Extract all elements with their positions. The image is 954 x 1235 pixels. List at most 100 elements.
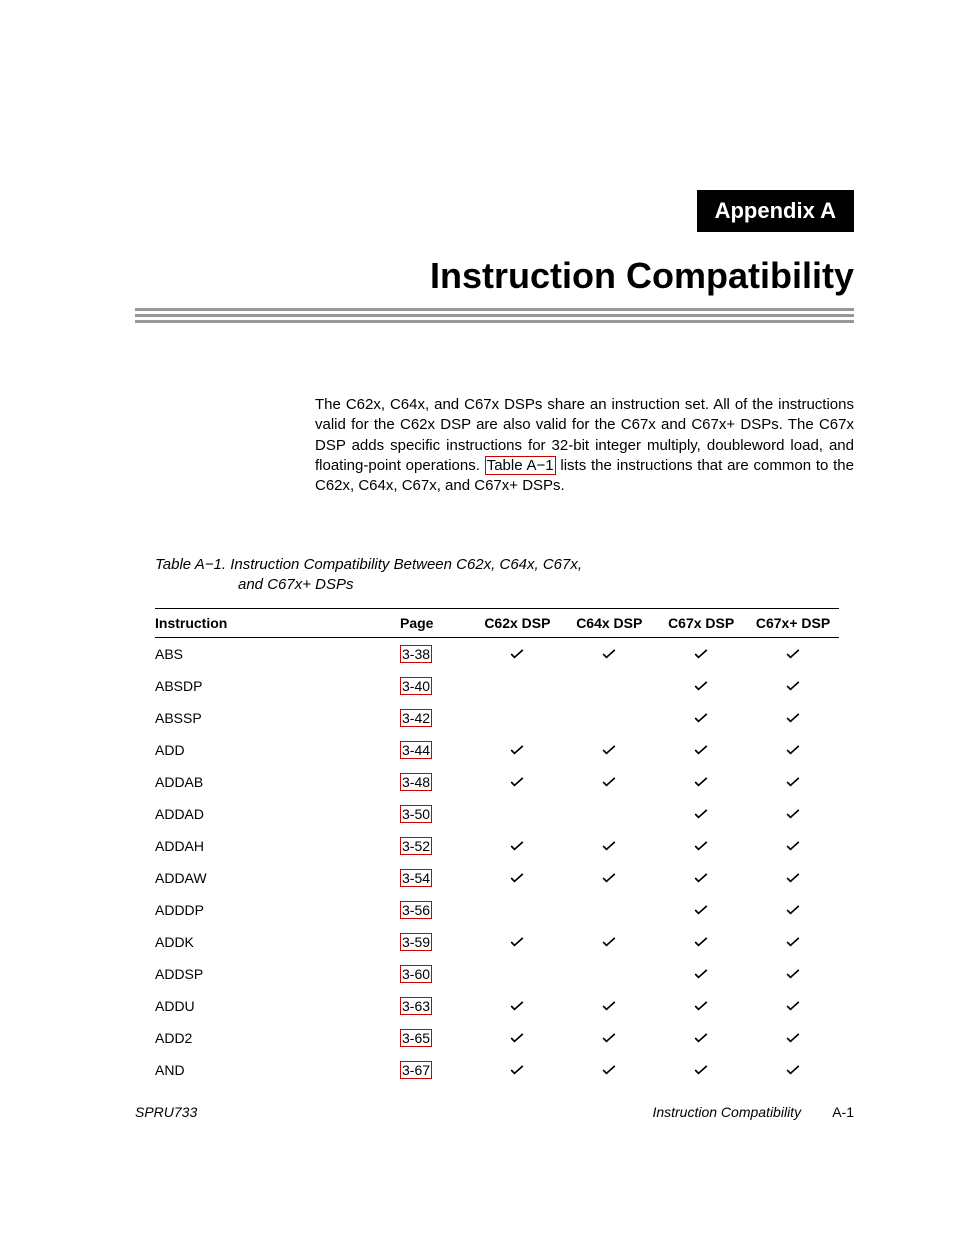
check-icon [694,1033,708,1043]
cell-c67 [655,1022,747,1054]
cell-c67 [655,798,747,830]
cell-c62 [471,958,563,990]
page-link[interactable]: 3-65 [400,1029,432,1047]
cell-page: 3-67 [400,1054,471,1086]
cell-c67p [747,926,839,958]
check-icon [694,681,708,691]
cell-c67 [655,1054,747,1086]
table-row: ABSSP3-42 [155,702,839,734]
check-icon [786,809,800,819]
check-icon [786,937,800,947]
page-link[interactable]: 3-42 [400,709,432,727]
cell-page: 3-54 [400,862,471,894]
check-icon [786,841,800,851]
check-icon [694,969,708,979]
check-icon [786,681,800,691]
cell-c64 [563,734,655,766]
check-icon [786,1065,800,1075]
table-ref-link[interactable]: Table A−1 [485,456,556,475]
check-icon [602,873,616,883]
cell-c64 [563,670,655,702]
check-icon [602,745,616,755]
cell-page: 3-52 [400,830,471,862]
cell-page: 3-38 [400,638,471,671]
page-link[interactable]: 3-56 [400,901,432,919]
cell-c62 [471,766,563,798]
page-link[interactable]: 3-52 [400,837,432,855]
cell-c67p [747,638,839,671]
cell-c67 [655,702,747,734]
cell-page: 3-65 [400,1022,471,1054]
check-icon [694,809,708,819]
page-link[interactable]: 3-60 [400,965,432,983]
footer-page-number: A-1 [832,1104,854,1120]
cell-instruction: ABS [155,638,400,671]
page-link[interactable]: 3-48 [400,773,432,791]
cell-instruction: ADDAB [155,766,400,798]
cell-c67p [747,958,839,990]
check-icon [694,873,708,883]
cell-c67p [747,830,839,862]
page-link[interactable]: 3-50 [400,805,432,823]
cell-c67 [655,894,747,926]
table-row: ADD23-65 [155,1022,839,1054]
check-icon [510,841,524,851]
cell-c67p [747,702,839,734]
cell-c67p [747,798,839,830]
table-row: ABS3-38 [155,638,839,671]
table-row: ABSDP3-40 [155,670,839,702]
cell-c67p [747,766,839,798]
table-caption-lead: Table A−1. Instruction Compatibility Bet… [155,556,582,573]
page-link[interactable]: 3-67 [400,1061,432,1079]
cell-c64 [563,926,655,958]
table-row: ADDAW3-54 [155,862,839,894]
col-c67: C67x DSP [655,609,747,638]
cell-instruction: ABSDP [155,670,400,702]
cell-c62 [471,670,563,702]
cell-c64 [563,798,655,830]
cell-instruction: ABSSP [155,702,400,734]
cell-c64 [563,862,655,894]
footer-section: Instruction Compatibility [652,1104,801,1120]
check-icon [694,937,708,947]
page-link[interactable]: 3-38 [400,645,432,663]
cell-page: 3-42 [400,702,471,734]
cell-c62 [471,926,563,958]
col-c64: C64x DSP [563,609,655,638]
page-link[interactable]: 3-54 [400,869,432,887]
cell-c62 [471,1022,563,1054]
table-header-row: Instruction Page C62x DSP C64x DSP C67x … [155,609,839,638]
page-link[interactable]: 3-63 [400,997,432,1015]
check-icon [786,649,800,659]
cell-c64 [563,830,655,862]
cell-page: 3-63 [400,990,471,1022]
cell-c62 [471,862,563,894]
check-icon [694,777,708,787]
table-row: ADDAB3-48 [155,766,839,798]
cell-c67p [747,1054,839,1086]
table-row: ADDAD3-50 [155,798,839,830]
page-footer: SPRU733 Instruction Compatibility A-1 [135,1104,854,1120]
col-page: Page [400,609,471,638]
check-icon [510,745,524,755]
cell-c64 [563,894,655,926]
cell-c67 [655,670,747,702]
page-link[interactable]: 3-40 [400,677,432,695]
cell-c62 [471,734,563,766]
cell-c67p [747,670,839,702]
page-link[interactable]: 3-44 [400,741,432,759]
col-instruction: Instruction [155,609,400,638]
check-icon [510,1065,524,1075]
appendix-badge: Appendix A [697,190,854,232]
cell-c64 [563,766,655,798]
cell-c67 [655,766,747,798]
table-caption-cont: and C67x+ DSPs [238,575,582,595]
cell-instruction: ADDSP [155,958,400,990]
col-c62: C62x DSP [471,609,563,638]
cell-page: 3-56 [400,894,471,926]
check-icon [694,713,708,723]
cell-c64 [563,990,655,1022]
page-link[interactable]: 3-59 [400,933,432,951]
cell-instruction: ADDK [155,926,400,958]
col-c67p: C67x+ DSP [747,609,839,638]
